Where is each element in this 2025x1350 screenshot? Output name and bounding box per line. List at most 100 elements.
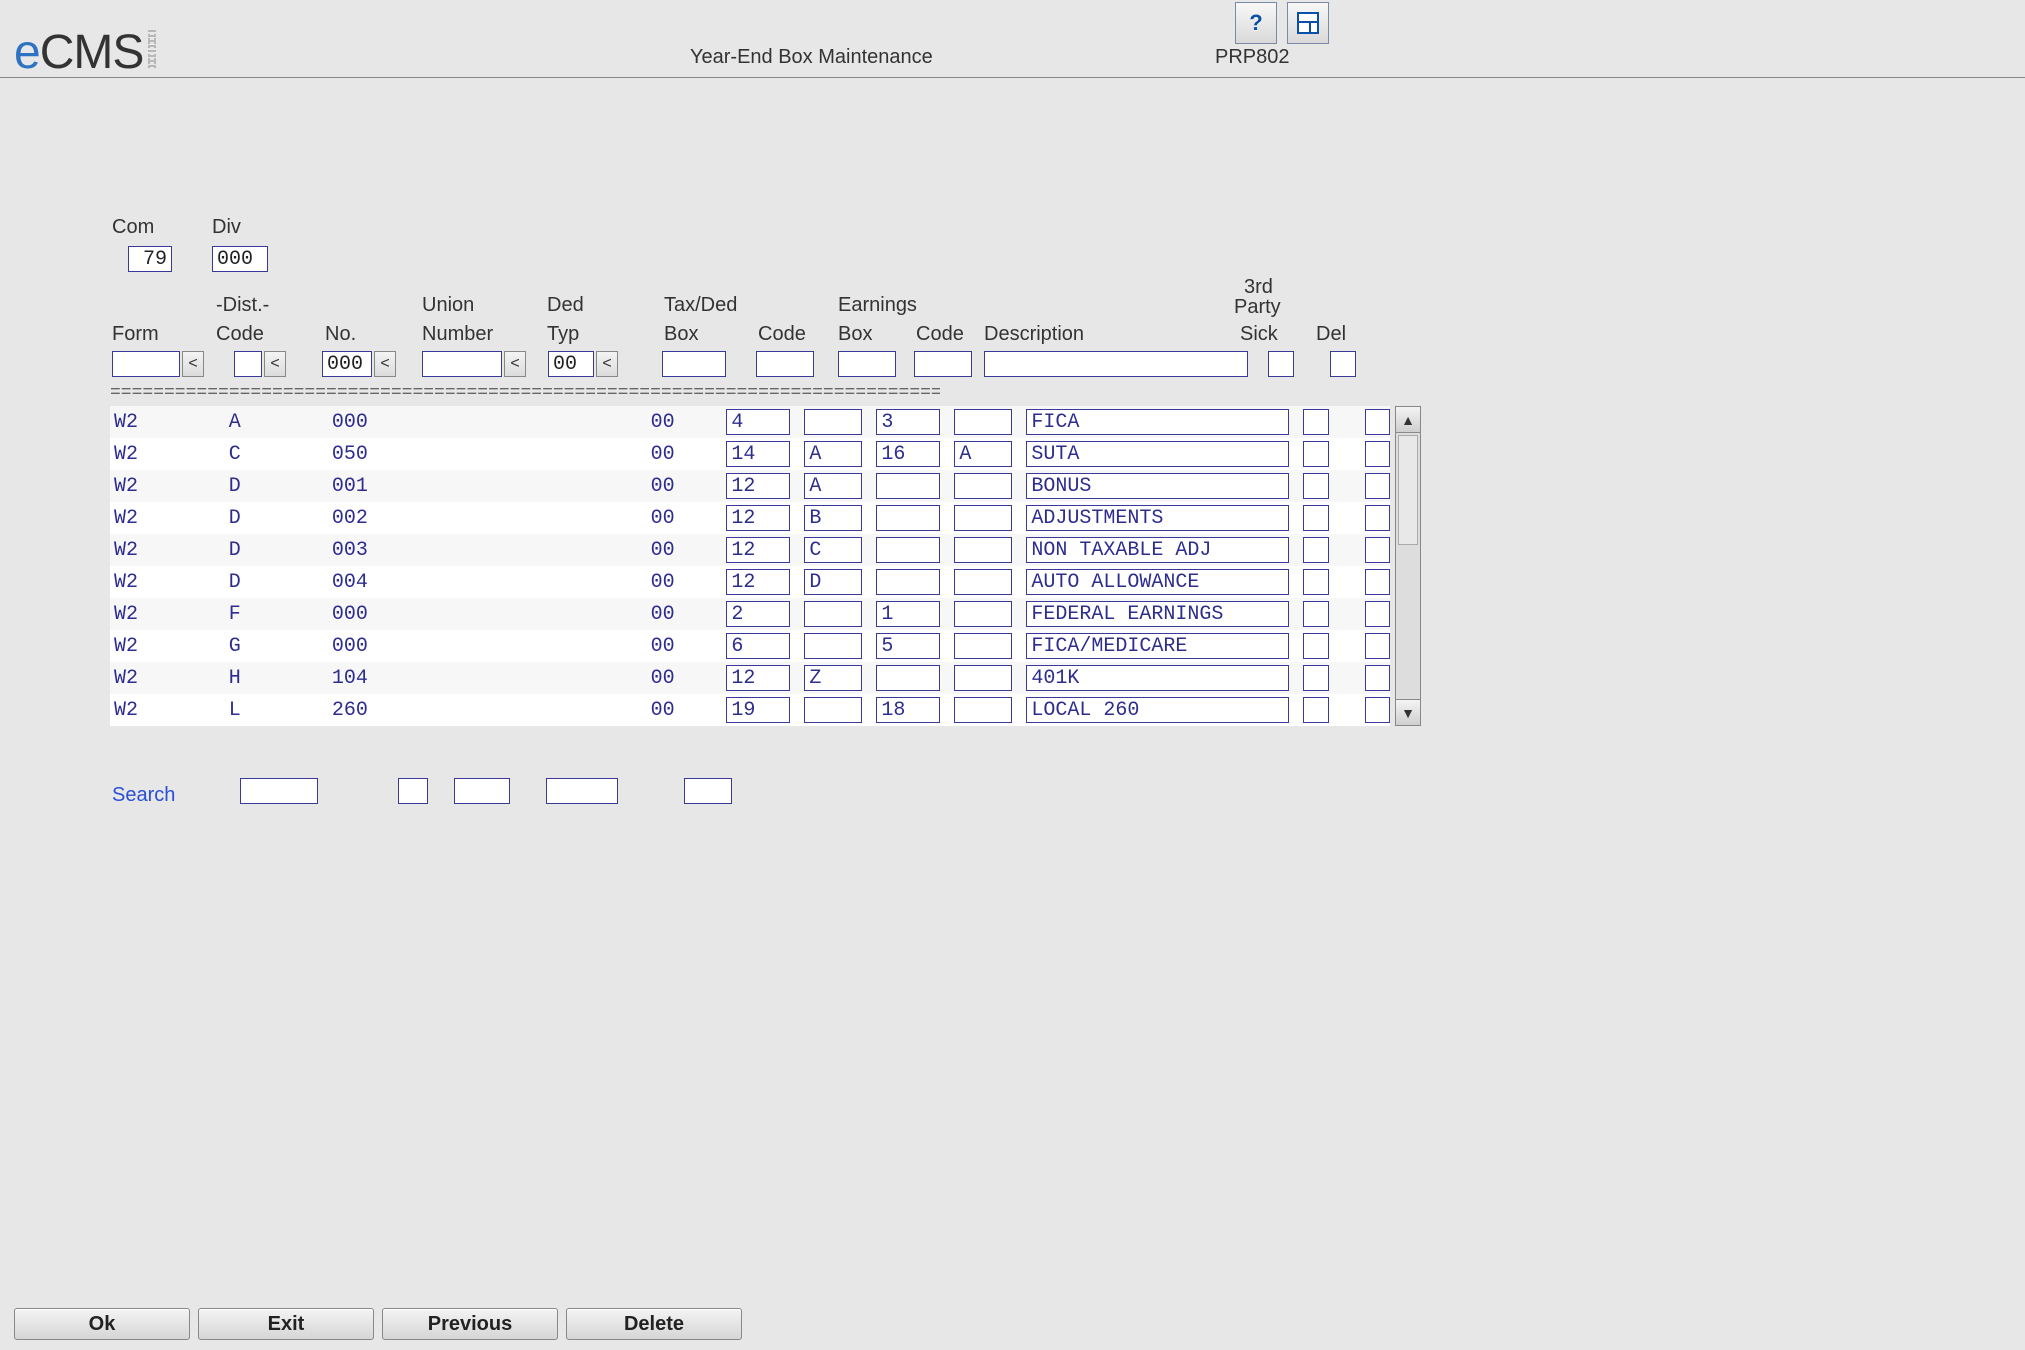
- input-td-code[interactable]: [804, 601, 862, 627]
- del-checkbox[interactable]: [1365, 665, 1390, 691]
- sick-checkbox[interactable]: [1303, 505, 1328, 531]
- del-checkbox[interactable]: [1365, 601, 1390, 627]
- input-td-code[interactable]: [804, 409, 862, 435]
- input-td-code[interactable]: [804, 569, 862, 595]
- lookup-dist-code[interactable]: <: [264, 351, 286, 377]
- filter-ded[interactable]: [548, 351, 594, 377]
- del-checkbox[interactable]: [1365, 697, 1390, 723]
- input-e-code[interactable]: [954, 633, 1012, 659]
- com-input[interactable]: [128, 246, 172, 272]
- input-description[interactable]: [1026, 697, 1289, 723]
- input-description[interactable]: [1026, 569, 1289, 595]
- input-td-box[interactable]: [726, 473, 790, 499]
- filter-union[interactable]: [422, 351, 502, 377]
- input-e-code[interactable]: [954, 505, 1012, 531]
- input-td-code[interactable]: [804, 473, 862, 499]
- input-e-box[interactable]: [876, 505, 940, 531]
- filter-del-checkbox[interactable]: [1330, 351, 1356, 377]
- input-e-code[interactable]: [954, 601, 1012, 627]
- input-td-code[interactable]: [804, 697, 862, 723]
- sick-checkbox[interactable]: [1303, 473, 1328, 499]
- input-td-box[interactable]: [726, 601, 790, 627]
- sick-checkbox[interactable]: [1303, 441, 1328, 467]
- input-description[interactable]: [1026, 633, 1289, 659]
- scrollbar[interactable]: ▲ ▼: [1395, 406, 1421, 726]
- lookup-ded[interactable]: <: [596, 351, 618, 377]
- input-td-code[interactable]: [804, 441, 862, 467]
- delete-button[interactable]: Delete: [566, 1308, 742, 1340]
- filter-td-box[interactable]: [662, 351, 726, 377]
- filter-sick-checkbox[interactable]: [1268, 351, 1294, 377]
- del-checkbox[interactable]: [1365, 569, 1390, 595]
- del-checkbox[interactable]: [1365, 505, 1390, 531]
- filter-td-code[interactable]: [756, 351, 814, 377]
- lookup-form[interactable]: <: [182, 351, 204, 377]
- search-field-1[interactable]: [240, 778, 318, 804]
- sick-checkbox[interactable]: [1303, 409, 1328, 435]
- input-td-code[interactable]: [804, 665, 862, 691]
- scroll-thumb[interactable]: [1398, 435, 1418, 545]
- input-e-code[interactable]: [954, 409, 1012, 435]
- input-e-code[interactable]: [954, 441, 1012, 467]
- del-checkbox[interactable]: [1365, 441, 1390, 467]
- sick-checkbox[interactable]: [1303, 569, 1328, 595]
- input-td-box[interactable]: [726, 537, 790, 563]
- input-description[interactable]: [1026, 601, 1289, 627]
- input-description[interactable]: [1026, 409, 1289, 435]
- input-e-code[interactable]: [954, 473, 1012, 499]
- input-td-code[interactable]: [804, 633, 862, 659]
- input-e-code[interactable]: [954, 665, 1012, 691]
- input-e-box[interactable]: [876, 537, 940, 563]
- sick-checkbox[interactable]: [1303, 665, 1328, 691]
- filter-form[interactable]: [112, 351, 180, 377]
- ok-button[interactable]: Ok: [14, 1308, 190, 1340]
- input-td-box[interactable]: [726, 505, 790, 531]
- previous-button[interactable]: Previous: [382, 1308, 558, 1340]
- del-checkbox[interactable]: [1365, 473, 1390, 499]
- input-e-box[interactable]: [876, 409, 940, 435]
- input-td-box[interactable]: [726, 697, 790, 723]
- sick-checkbox[interactable]: [1303, 697, 1328, 723]
- filter-e-code[interactable]: [914, 351, 972, 377]
- input-e-box[interactable]: [876, 473, 940, 499]
- lookup-dist-no[interactable]: <: [374, 351, 396, 377]
- lookup-union[interactable]: <: [504, 351, 526, 377]
- search-field-5[interactable]: [684, 778, 732, 804]
- input-e-box[interactable]: [876, 633, 940, 659]
- del-checkbox[interactable]: [1365, 409, 1390, 435]
- input-td-box[interactable]: [726, 441, 790, 467]
- input-td-box[interactable]: [726, 633, 790, 659]
- scroll-up-icon[interactable]: ▲: [1396, 407, 1420, 433]
- input-e-code[interactable]: [954, 537, 1012, 563]
- input-td-box[interactable]: [726, 569, 790, 595]
- sick-checkbox[interactable]: [1303, 537, 1328, 563]
- input-td-code[interactable]: [804, 537, 862, 563]
- input-td-code[interactable]: [804, 505, 862, 531]
- input-e-code[interactable]: [954, 697, 1012, 723]
- div-input[interactable]: [212, 246, 268, 272]
- filter-dist-code[interactable]: [234, 351, 262, 377]
- scroll-down-icon[interactable]: ▼: [1396, 699, 1420, 725]
- input-e-code[interactable]: [954, 569, 1012, 595]
- input-td-box[interactable]: [726, 665, 790, 691]
- filter-description[interactable]: [984, 351, 1248, 377]
- input-e-box[interactable]: [876, 697, 940, 723]
- input-description[interactable]: [1026, 505, 1289, 531]
- input-description[interactable]: [1026, 537, 1289, 563]
- input-description[interactable]: [1026, 665, 1289, 691]
- input-e-box[interactable]: [876, 601, 940, 627]
- sick-checkbox[interactable]: [1303, 601, 1328, 627]
- exit-button[interactable]: Exit: [198, 1308, 374, 1340]
- del-checkbox[interactable]: [1365, 537, 1390, 563]
- input-description[interactable]: [1026, 441, 1289, 467]
- input-e-box[interactable]: [876, 441, 940, 467]
- filter-dist-no[interactable]: [322, 351, 372, 377]
- input-e-box[interactable]: [876, 665, 940, 691]
- help-icon[interactable]: ?: [1235, 2, 1277, 44]
- input-td-box[interactable]: [726, 409, 790, 435]
- search-field-2[interactable]: [398, 778, 428, 804]
- search-field-4[interactable]: [546, 778, 618, 804]
- sick-checkbox[interactable]: [1303, 633, 1328, 659]
- input-description[interactable]: [1026, 473, 1289, 499]
- del-checkbox[interactable]: [1365, 633, 1390, 659]
